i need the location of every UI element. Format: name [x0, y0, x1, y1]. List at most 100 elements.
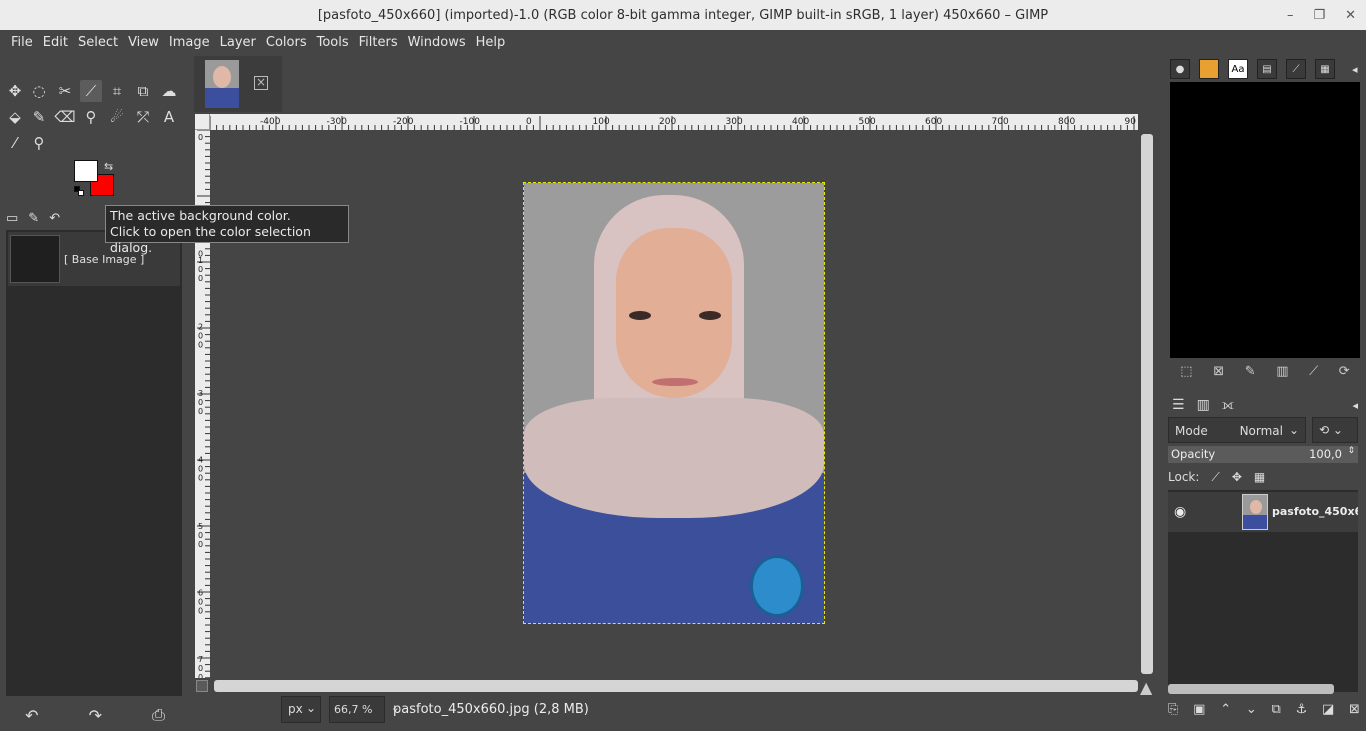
fonts-tab-icon[interactable]: Aa: [1228, 59, 1248, 79]
menu-tools[interactable]: Tools: [312, 35, 354, 50]
brushes-tab-icon[interactable]: ●: [1170, 59, 1190, 79]
zoom-select[interactable]: 66,7 % ⌄: [329, 696, 400, 723]
document-history-tab-icon[interactable]: ▤: [1257, 59, 1277, 79]
menu-view[interactable]: View: [123, 35, 164, 50]
columns-icon[interactable]: ▥: [1276, 364, 1288, 384]
undo-icon[interactable]: ↶: [25, 706, 38, 725]
smudge-tool-icon[interactable]: ☄: [106, 106, 128, 128]
menu-windows[interactable]: Windows: [403, 35, 471, 50]
foreground-color-swatch[interactable]: [74, 160, 98, 182]
composite-mode-button[interactable]: ⟲ ⌄: [1312, 417, 1358, 443]
edit-icon[interactable]: ✎: [1245, 364, 1256, 384]
dock-menu-icon[interactable]: ◂: [1352, 399, 1358, 412]
navigate-icon[interactable]: ▲: [1140, 678, 1152, 697]
ruler-corner[interactable]: [195, 114, 210, 130]
brush-panel-buttons: ⬚ ⊠ ✎ ▥ ⟋ ⟳: [1170, 364, 1360, 384]
lock-position-icon[interactable]: ✥: [1232, 470, 1242, 484]
scissors-tool-icon[interactable]: ✂: [54, 80, 76, 102]
reset-colors-icon[interactable]: [74, 186, 84, 196]
minimize-button[interactable]: –: [1287, 8, 1294, 23]
eraser-tool-icon[interactable]: ⌫: [54, 106, 76, 128]
menu-help[interactable]: Help: [471, 35, 511, 50]
menu-edit[interactable]: Edit: [38, 35, 73, 50]
paintbrush-tool-icon[interactable]: ✎: [28, 106, 50, 128]
paint-icon[interactable]: ⟋: [1309, 364, 1318, 384]
raise-layer-icon[interactable]: ⌃: [1220, 702, 1231, 722]
paths-tool-icon[interactable]: ⤱: [132, 106, 154, 128]
swap-colors-icon[interactable]: ⇆: [104, 160, 113, 173]
new-group-icon[interactable]: ▣: [1193, 702, 1205, 722]
ruler-label: 800: [1058, 117, 1075, 127]
horizontal-ruler-ticks: -400 -300 -200 -100 0 100 200 300 400 500 600 700 80…: [210, 116, 1136, 130]
images-list: [ Base Image ]: [6, 230, 182, 696]
select-icon[interactable]: ⬚: [1180, 364, 1192, 384]
color-picker-tool-icon[interactable]: ⁄: [4, 132, 26, 154]
bucket-fill-tool-icon[interactable]: ⬙: [4, 106, 26, 128]
zoom-value: 66,7 %: [334, 703, 373, 716]
lock-pixels-icon[interactable]: ⟋: [1211, 470, 1219, 485]
fuzzy-select-tool-icon[interactable]: ⟋: [80, 80, 102, 102]
menu-colors[interactable]: Colors: [261, 35, 312, 50]
ruler-label: 0: [198, 332, 203, 341]
channels-tab-icon[interactable]: ▥: [1197, 397, 1210, 413]
opacity-value: 100,0: [1309, 447, 1342, 461]
delete-icon[interactable]: ⊠: [1213, 364, 1224, 384]
lower-layer-icon[interactable]: ⌄: [1246, 702, 1257, 722]
ruler-label: 6: [198, 589, 203, 598]
menu-file[interactable]: File: [6, 35, 38, 50]
ruler-label: -100: [460, 117, 481, 127]
dock-menu-icon[interactable]: ◂: [1352, 63, 1358, 76]
refresh-icon[interactable]: ⟳: [1339, 364, 1350, 384]
horizontal-ruler[interactable]: -400 -300 -200 -100 0 100 200 300 400 500 600 700 80…: [210, 114, 1138, 130]
text-tool-icon[interactable]: A: [158, 106, 180, 128]
move-tool-icon[interactable]: ✥: [4, 80, 26, 102]
vertical-scrollbar[interactable]: [1139, 130, 1155, 678]
duplicate-layer-icon[interactable]: ⧉: [1272, 702, 1281, 722]
paths-tab-icon[interactable]: ⟗: [1222, 397, 1234, 413]
layer-mode-select[interactable]: Mode Normal ⌄: [1168, 417, 1306, 443]
layer-row[interactable]: ◉ pasfoto_450x660: [1168, 492, 1358, 532]
photo-mouth: [652, 378, 698, 386]
tool-presets-tab-icon[interactable]: ⟋: [1286, 59, 1306, 79]
menu-select[interactable]: Select: [73, 35, 123, 50]
mask-layer-icon[interactable]: ◪: [1322, 702, 1334, 722]
image-tab[interactable]: ×: [194, 56, 282, 112]
grid-tab-icon[interactable]: ▦: [1315, 59, 1335, 79]
clear-history-icon[interactable]: ⎙: [152, 705, 165, 725]
layers-tab-icon[interactable]: ☰: [1172, 397, 1185, 413]
unit-select[interactable]: px ⌄: [281, 696, 321, 723]
delete-layer-icon[interactable]: ⊠: [1349, 702, 1360, 722]
anchor-layer-icon[interactable]: ⚓: [1296, 702, 1308, 722]
device-status-tab-icon[interactable]: ✎: [28, 211, 39, 226]
menu-image[interactable]: Image: [164, 35, 215, 50]
close-tab-icon[interactable]: ×: [254, 76, 268, 90]
image-canvas-photo[interactable]: [523, 182, 825, 624]
transform-tool-icon[interactable]: ⧉: [132, 80, 154, 102]
photo-badge: [750, 555, 804, 617]
horizontal-scrollbar[interactable]: [210, 678, 1138, 694]
clone-tool-icon[interactable]: ⚲: [80, 106, 102, 128]
opacity-slider[interactable]: Opacity 100,0 ⇕: [1168, 446, 1358, 463]
patterns-tab-icon[interactable]: [1199, 59, 1219, 79]
images-tab-icon[interactable]: ▭: [6, 211, 18, 226]
redo-icon[interactable]: ↷: [89, 706, 102, 725]
close-button[interactable]: ✕: [1345, 8, 1356, 23]
ruler-label: 0: [198, 664, 203, 673]
warp-tool-icon[interactable]: ☁: [158, 80, 180, 102]
undo-history-tab-icon[interactable]: ↶: [49, 211, 60, 226]
crop-tool-icon[interactable]: ⌗: [106, 80, 128, 102]
ruler-label: 0: [198, 531, 203, 540]
quick-mask-toggle[interactable]: [196, 680, 208, 692]
spin-arrows-icon[interactable]: ⇕: [1347, 446, 1355, 456]
eye-icon[interactable]: ◉: [1174, 504, 1186, 520]
maximize-button[interactable]: ❐: [1313, 8, 1325, 23]
lock-alpha-icon[interactable]: ▦: [1254, 470, 1265, 484]
menu-layer[interactable]: Layer: [215, 35, 261, 50]
fg-bg-colors: ⇆: [74, 160, 120, 200]
new-layer-icon[interactable]: ⎘: [1168, 702, 1178, 722]
layers-horizontal-scrollbar[interactable]: [1168, 684, 1334, 694]
ruler-label: 0: [198, 598, 203, 607]
zoom-tool-icon[interactable]: ⚲: [28, 132, 50, 154]
lasso-tool-icon[interactable]: ◌: [28, 80, 50, 102]
menu-filters[interactable]: Filters: [354, 35, 403, 50]
